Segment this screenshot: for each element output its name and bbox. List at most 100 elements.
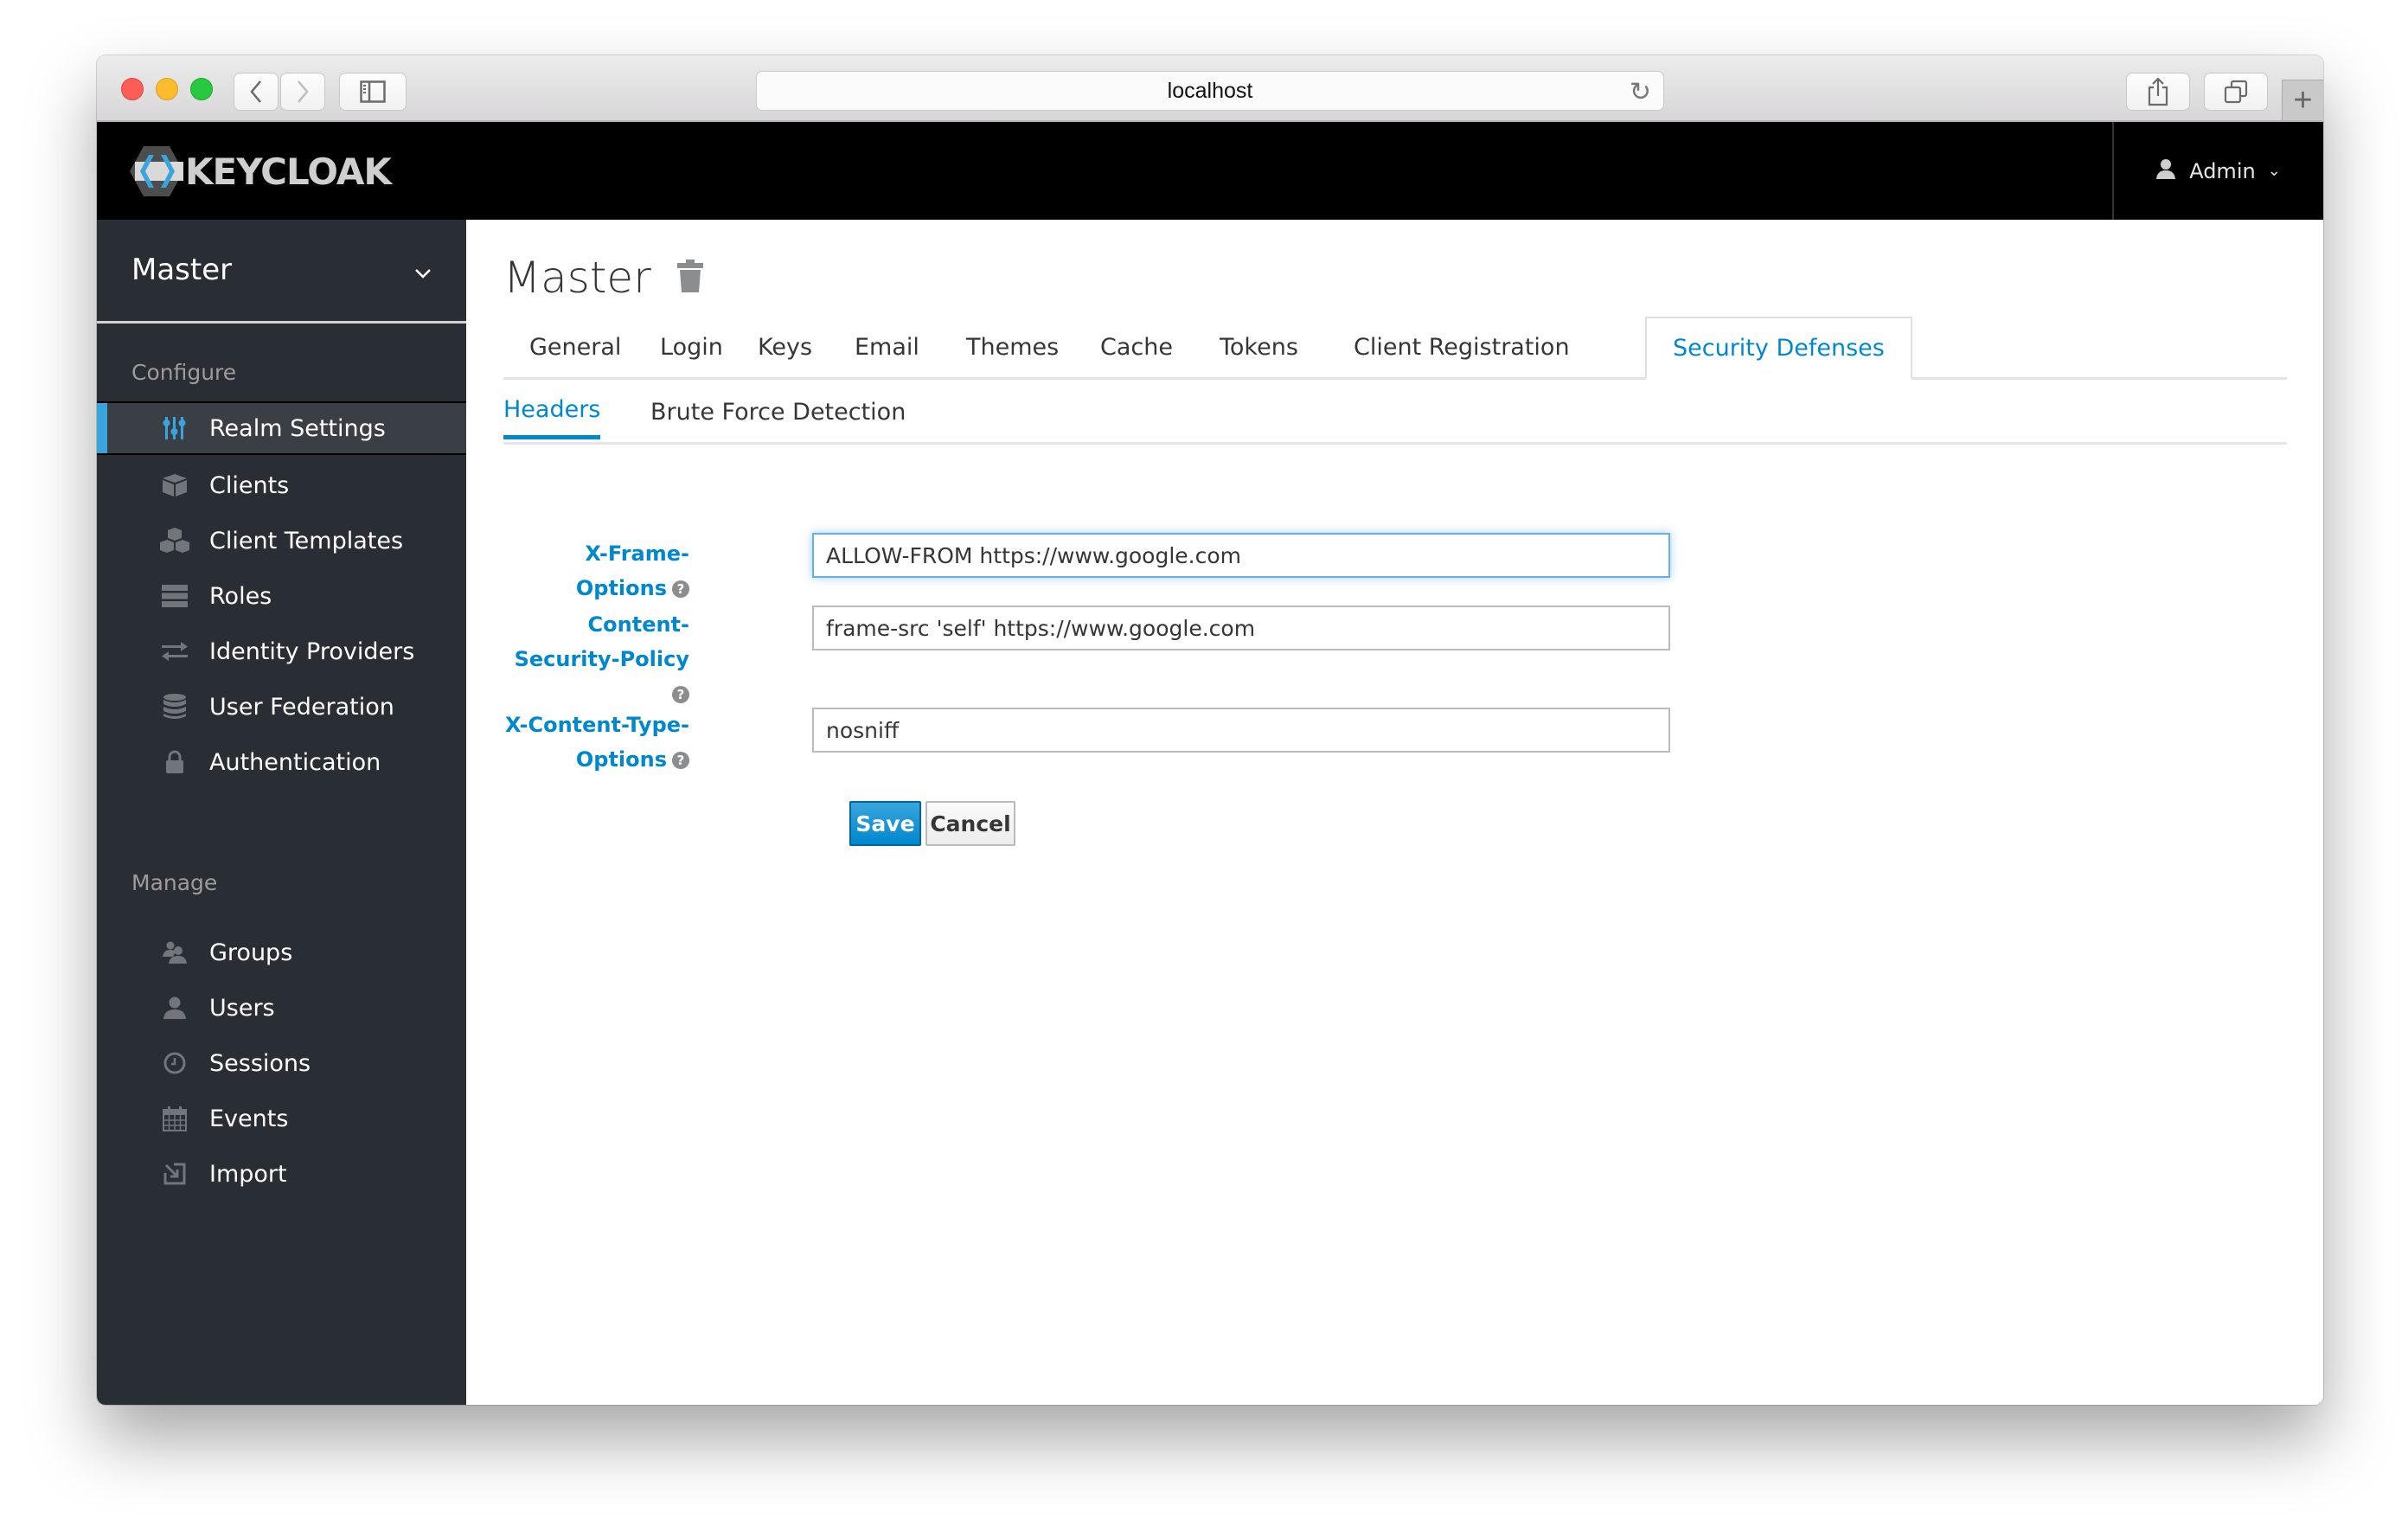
- sidebar-item-clients[interactable]: Clients: [97, 458, 466, 512]
- sidebar-item-import[interactable]: Import: [97, 1147, 466, 1201]
- sidebar-toggle-button[interactable]: [339, 73, 407, 111]
- tab-tokens[interactable]: Tokens: [1194, 317, 1324, 377]
- subtab-headers[interactable]: Headers: [503, 384, 601, 439]
- realm-selector[interactable]: Master: [97, 220, 466, 324]
- keycloak-logo-icon: [130, 144, 183, 198]
- lock-icon: [157, 750, 192, 774]
- sidebar-item-user-federation[interactable]: User Federation: [97, 680, 466, 734]
- sidebar-item-label: Realm Settings: [209, 414, 386, 442]
- section-manage: Manage: [131, 870, 218, 895]
- sidebar-item-label: Sessions: [209, 1049, 311, 1077]
- cancel-button[interactable]: Cancel: [925, 801, 1015, 846]
- import-icon: [157, 1163, 192, 1185]
- x-content-type-options-input[interactable]: [812, 708, 1670, 753]
- clock-icon: [157, 1052, 192, 1074]
- sidebar-item-events[interactable]: Events: [97, 1092, 466, 1145]
- cube-icon: [157, 473, 192, 497]
- security-subtabs: Headers Brute Force Detection: [503, 384, 2287, 445]
- help-icon[interactable]: ?: [672, 580, 689, 598]
- sidebar-item-realm-settings[interactable]: Realm Settings: [97, 401, 466, 455]
- sidebar-item-users[interactable]: Users: [97, 981, 466, 1035]
- sidebar-item-label: Groups: [209, 939, 293, 966]
- tab-email[interactable]: Email: [829, 317, 945, 377]
- page-title: Master: [503, 253, 703, 303]
- address-bar[interactable]: localhost ↻: [756, 71, 1664, 111]
- reload-icon[interactable]: ↻: [1630, 77, 1651, 107]
- tab-keys[interactable]: Keys: [732, 317, 838, 377]
- realm-title: Master: [503, 253, 651, 303]
- forward-button[interactable]: [280, 73, 325, 111]
- cubes-icon: [157, 528, 192, 554]
- user-name: Admin: [2189, 158, 2256, 183]
- sidebar-item-label: Authentication: [209, 748, 381, 776]
- sidebar-item-groups[interactable]: Groups: [97, 926, 466, 979]
- brand-name: KEYCLOAK: [185, 150, 392, 193]
- sidebar-item-identity-providers[interactable]: Identity Providers: [97, 625, 466, 678]
- subtab-brute-force-detection[interactable]: Brute Force Detection: [650, 384, 906, 439]
- user-icon: [2156, 158, 2176, 184]
- users-icon: [157, 941, 192, 964]
- section-configure: Configure: [131, 360, 237, 385]
- tab-cache[interactable]: Cache: [1074, 317, 1199, 377]
- help-icon[interactable]: ?: [672, 752, 689, 769]
- sidebar-item-roles[interactable]: Roles: [97, 569, 466, 623]
- realm-name: Master: [131, 253, 233, 287]
- share-button[interactable]: [2126, 73, 2190, 111]
- sidebar-item-authentication[interactable]: Authentication: [97, 735, 466, 789]
- new-tab-button[interactable]: +: [2282, 80, 2323, 120]
- sidebar-item-label: Roles: [209, 582, 272, 610]
- content-security-policy-label: Content-Security-Policy ?: [514, 612, 689, 703]
- user-icon: [157, 996, 192, 1019]
- form-row-x-content-type-options: X-Content-Type- Options?: [503, 701, 1714, 787]
- database-icon: [157, 694, 192, 720]
- save-button[interactable]: Save: [849, 801, 921, 846]
- chevron-down-icon: ⌄: [2267, 162, 2281, 180]
- chevron-left-icon: [250, 80, 261, 103]
- sidebar: Master Configure Realm Settings Clients …: [97, 220, 467, 1405]
- minimize-window-button[interactable]: [156, 78, 178, 100]
- app-header: KEYCLOAK Admin ⌄: [97, 122, 2323, 220]
- browser-window: localhost ↻ + KEYCLOAK Admin ⌄ Master Co…: [97, 55, 2323, 1405]
- form-actions: Save Cancel: [503, 799, 1714, 851]
- sidebar-item-label: User Federation: [209, 693, 394, 721]
- main-content: Master General Login Keys Email Themes C…: [466, 220, 2323, 1405]
- user-menu[interactable]: Admin ⌄: [2112, 122, 2323, 220]
- tab-themes[interactable]: Themes: [940, 317, 1085, 377]
- trash-icon[interactable]: [676, 253, 703, 303]
- sidebar-item-label: Events: [209, 1105, 289, 1132]
- form-row-content-security-policy: Content-Security-Policy ?: [503, 600, 1714, 703]
- exchange-icon: [157, 641, 192, 662]
- realm-tabs: General Login Keys Email Themes Cache To…: [503, 317, 2287, 380]
- close-window-button[interactable]: [121, 78, 144, 100]
- sidebar-item-label: Import: [209, 1160, 287, 1188]
- tabs-overview-button[interactable]: [2204, 73, 2268, 111]
- x-content-type-options-label: X-Content-Type- Options?: [504, 713, 689, 772]
- plus-icon: +: [2293, 81, 2313, 119]
- sidebar-item-label: Client Templates: [209, 527, 404, 554]
- sidebar-item-label: Clients: [209, 471, 290, 499]
- sidebar-item-client-templates[interactable]: Client Templates: [97, 514, 466, 567]
- chevron-right-icon: [298, 80, 309, 103]
- x-frame-options-input[interactable]: [812, 533, 1670, 578]
- sidebar-item-sessions[interactable]: Sessions: [97, 1036, 466, 1090]
- sliders-icon: [157, 416, 192, 440]
- browser-titlebar: localhost ↻ +: [97, 55, 2323, 122]
- maximize-window-button[interactable]: [190, 78, 213, 100]
- server-icon: [157, 585, 192, 607]
- url-text: localhost: [1167, 78, 1253, 103]
- content-security-policy-input[interactable]: [812, 606, 1670, 650]
- x-frame-options-label: X-Frame-Options?: [575, 542, 689, 600]
- tab-client-registration[interactable]: Client Registration: [1328, 317, 1596, 377]
- sidebar-item-label: Identity Providers: [209, 638, 415, 665]
- tab-security-defenses[interactable]: Security Defenses: [1645, 317, 1912, 380]
- tab-general[interactable]: General: [503, 317, 647, 377]
- chevron-down-icon: [414, 258, 432, 285]
- keycloak-logo[interactable]: KEYCLOAK: [130, 144, 392, 198]
- form-row-x-frame-options: X-Frame-Options?: [503, 529, 1714, 600]
- back-button[interactable]: [234, 73, 279, 111]
- sidebar-icon: [360, 80, 386, 103]
- calendar-icon: [157, 1105, 192, 1131]
- sidebar-item-label: Users: [209, 994, 275, 1022]
- share-icon: [2148, 77, 2168, 106]
- tabs-overview-icon: [2224, 80, 2248, 104]
